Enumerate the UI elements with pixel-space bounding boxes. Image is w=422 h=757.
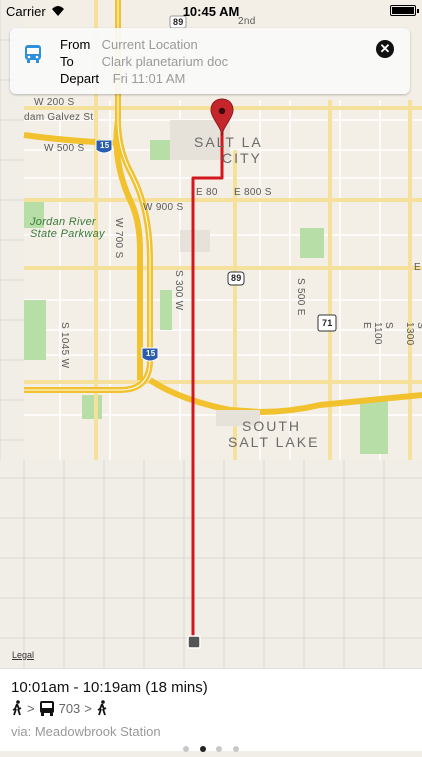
to-row[interactable]: To Clark planetarium doc [60,54,228,70]
page-dot-1[interactable] [183,746,190,752]
street-label-w500: W 500 S [44,143,85,154]
city-label-south: SOUTH [242,418,301,434]
route-summary-panel[interactable]: 10:01am - 10:19am (18 mins) > 703 > via:… [0,668,422,752]
us71-shield-number: 71 [322,318,333,328]
park-label-jordan: Jordan River State Parkway [30,216,105,240]
page-dot-4[interactable] [232,746,239,752]
to-value: Clark planetarium doc [101,54,229,69]
trip-times: 10:01am - 10:19am (18 mins) [11,679,208,696]
map-view[interactable]: W 200 S dam Galvez St W 500 S W 900 S Jo… [0,0,422,668]
start-marker[interactable] [187,635,201,649]
i15-shield-number-bottom: 15 [146,349,156,358]
walk-end-icon [97,700,107,716]
to-label: To [60,54,74,69]
bus-step-icon [39,701,54,716]
clock: 10:45 AM [182,4,240,19]
street-label-s1100e: S 1100 E [361,322,394,345]
street-label-e800-b: E 800 S [234,187,272,198]
walk-icon [12,700,22,716]
trip-steps: > 703 > [11,699,108,717]
street-label-w200: W 200 S [34,97,75,108]
close-icon[interactable]: ✕ [376,40,394,58]
i15-shield-number-top: 15 [100,141,110,150]
route-card: From Current Location To Clark planetari… [10,28,410,94]
from-label: From [60,37,91,52]
city-label-city: CITY [222,150,262,166]
step-separator-2: > [84,700,92,716]
destination-pin-icon[interactable] [210,98,234,138]
legal-link[interactable]: Legal [12,650,34,660]
depart-row[interactable]: Depart Fri 11:01 AM [60,71,185,87]
street-label-e800: E 80 [196,187,218,198]
page-dot-3[interactable] [216,746,223,752]
city-label-salt-lake-south: SALT LAKE [228,434,320,450]
from-row[interactable]: From Current Location [60,37,198,53]
street-label-s1300: S 1300 [404,322,422,346]
page-dot-2[interactable] [199,746,206,752]
street-label-s500e: S 500 E [295,278,306,316]
bus-number: 703 [58,700,81,716]
street-label-galvez: dam Galvez St [24,112,94,123]
city-label-salt-lake: SALT LA [194,134,263,150]
street-label-e-edge: E [414,262,421,273]
street-label-s1045w: S 1045 W [59,322,70,369]
page-indicator[interactable] [0,739,422,757]
battery-icon [390,5,419,16]
status-bar: Carrier 10:45 AM [0,0,422,22]
from-value: Current Location [101,37,198,52]
bus-icon [25,45,41,63]
street-label-s300w: S 300 W [173,270,184,311]
depart-label: Depart [60,71,100,86]
depart-value: Fri 11:01 AM [112,71,186,86]
step-separator: > [27,700,35,716]
street-label-s700w: W 700 S [113,218,124,259]
via-label: via: Meadowbrook Station [11,724,161,739]
us89-shield-number: 89 [231,273,242,283]
street-label-w900: W 900 S [143,202,184,213]
